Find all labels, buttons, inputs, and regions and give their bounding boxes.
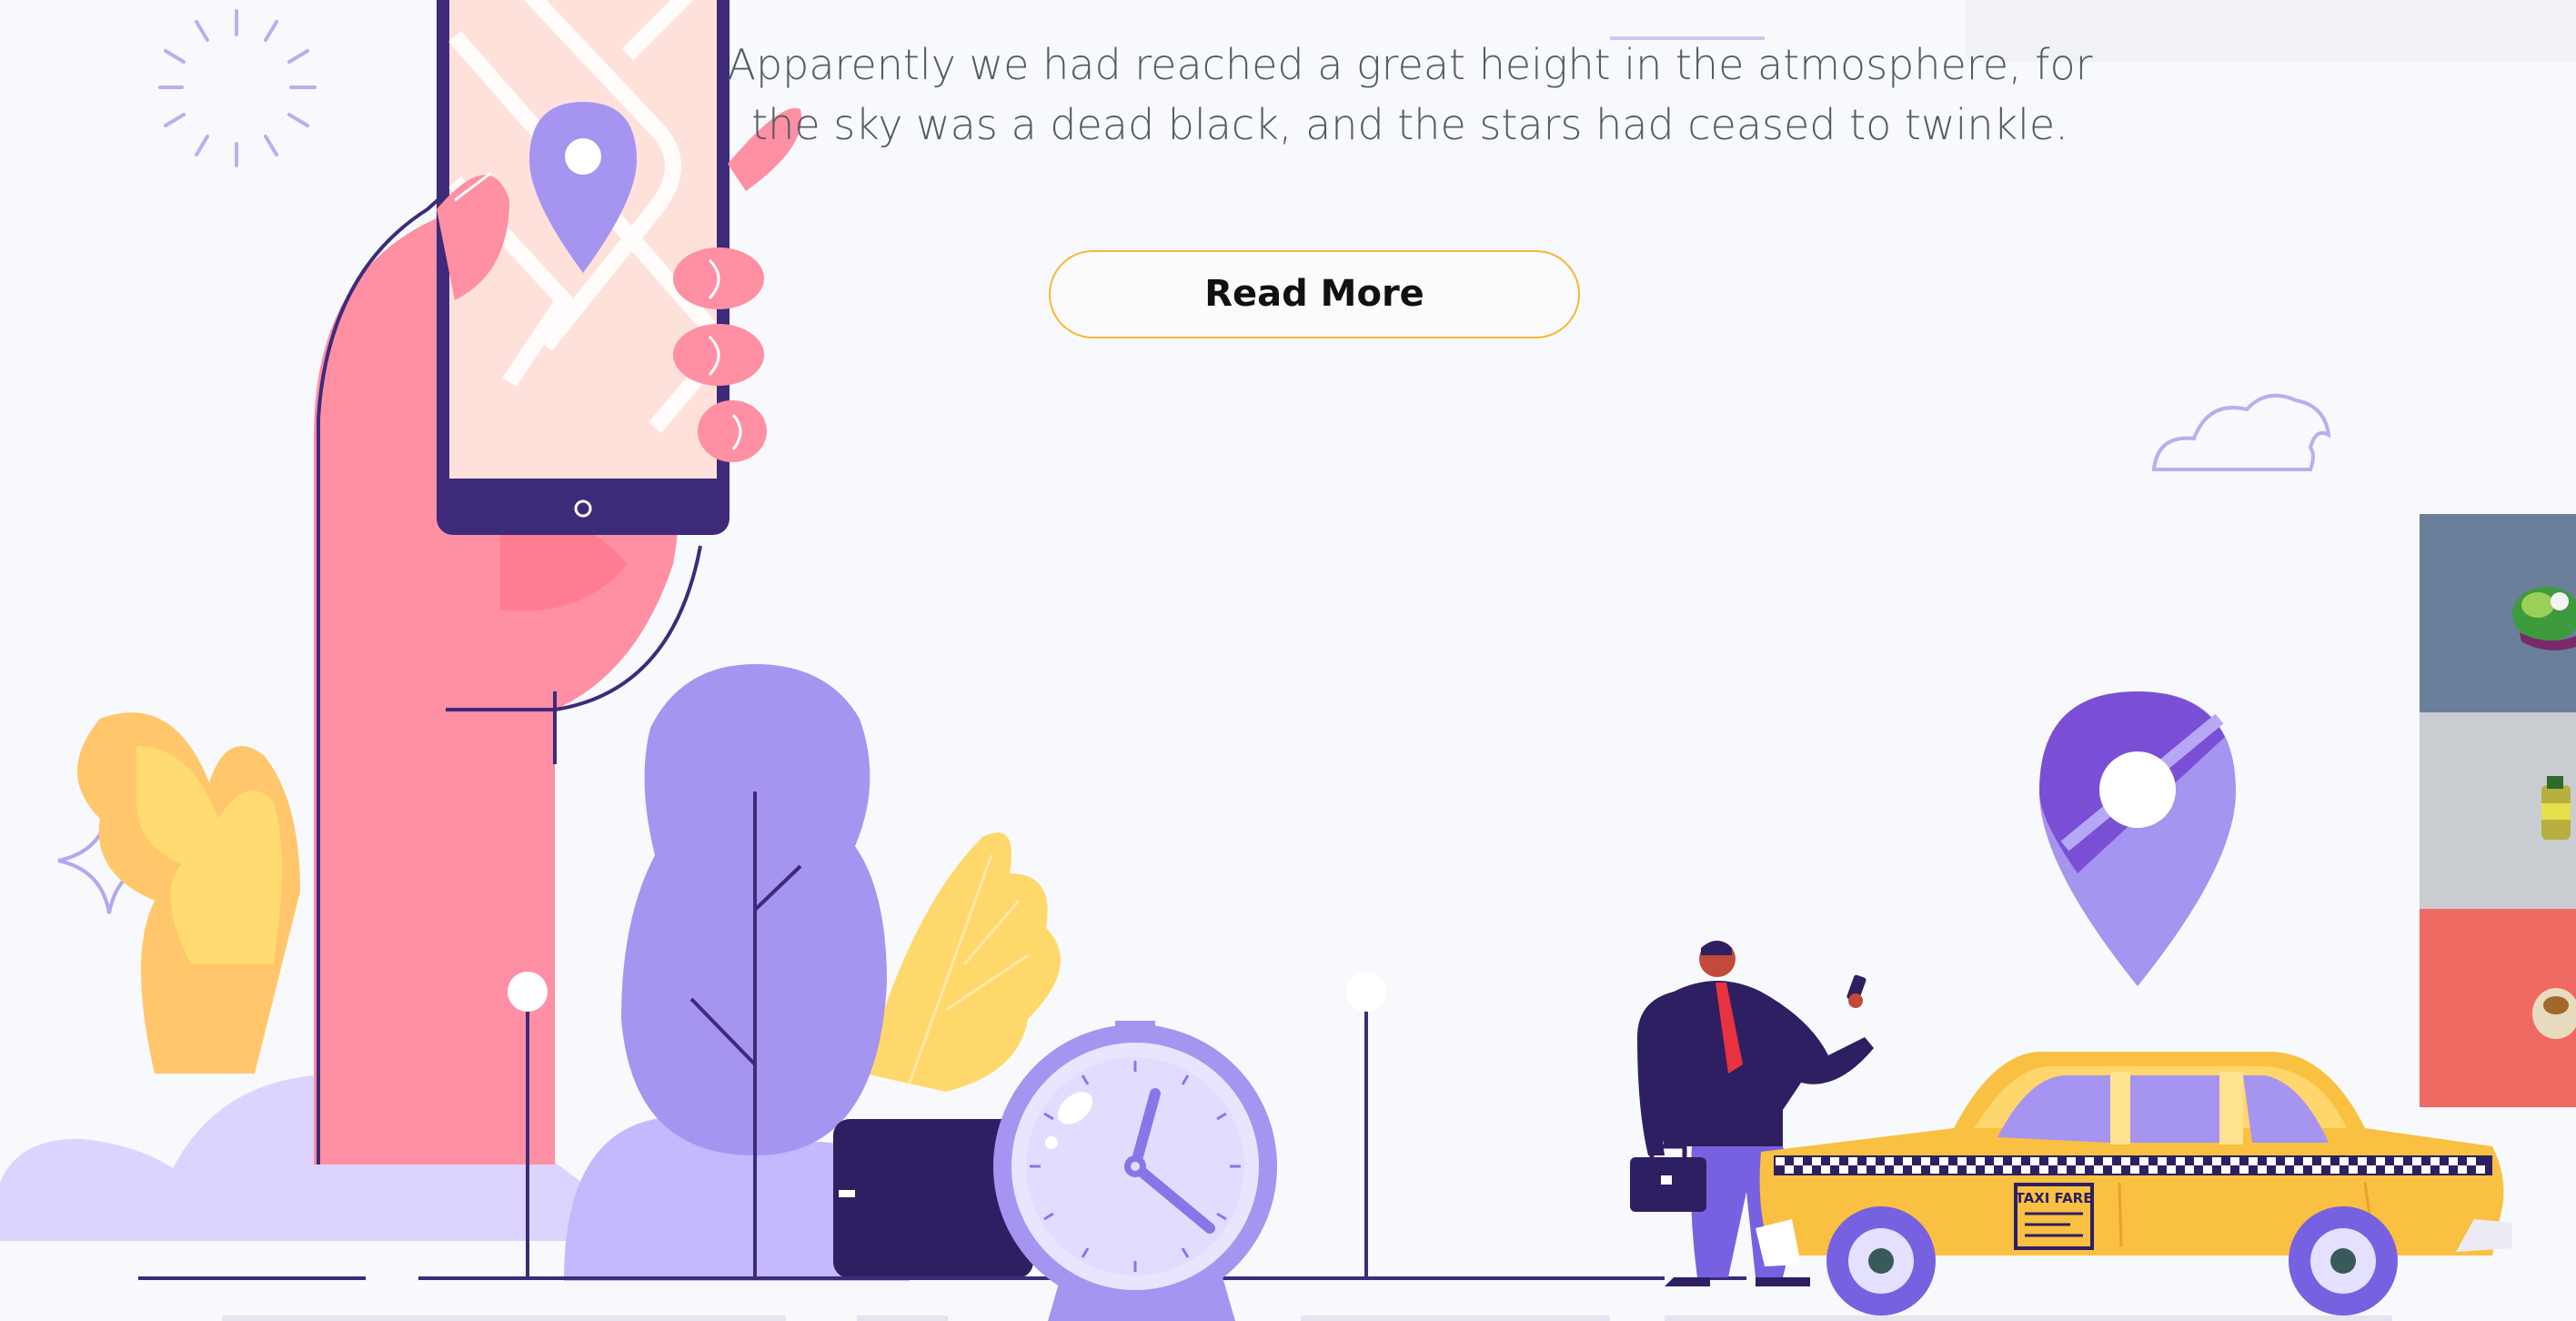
hero-description-line2: the sky was a dead black, and the stars … [751,100,2068,149]
cloud-icon [2151,393,2331,471]
taxi-fare-sign: TAXI FARE [2016,1190,2093,1206]
hero-description-line1: Apparently we had reached a great height… [727,40,2093,89]
hero-description: Apparently we had reached a great height… [673,35,2147,155]
location-pin-icon [2039,691,2236,986]
thumbnail-vegetables[interactable] [2420,514,2576,712]
hero-section: TAXI FARE Apparently we had reached a gr… [0,0,2576,1321]
side-thumbnail-strip [2420,514,2576,1107]
thumbnail-rice-bag[interactable] [2420,909,2576,1107]
hero-illustration: TAXI FARE [0,0,2512,1321]
read-more-button[interactable]: Read More [1049,250,1580,338]
clock-icon [993,1021,1277,1321]
sun-rays-icon [158,9,317,167]
taxi-car: TAXI FARE [1756,1052,2512,1316]
thumbnail-oil-bottle[interactable] [2420,712,2576,909]
